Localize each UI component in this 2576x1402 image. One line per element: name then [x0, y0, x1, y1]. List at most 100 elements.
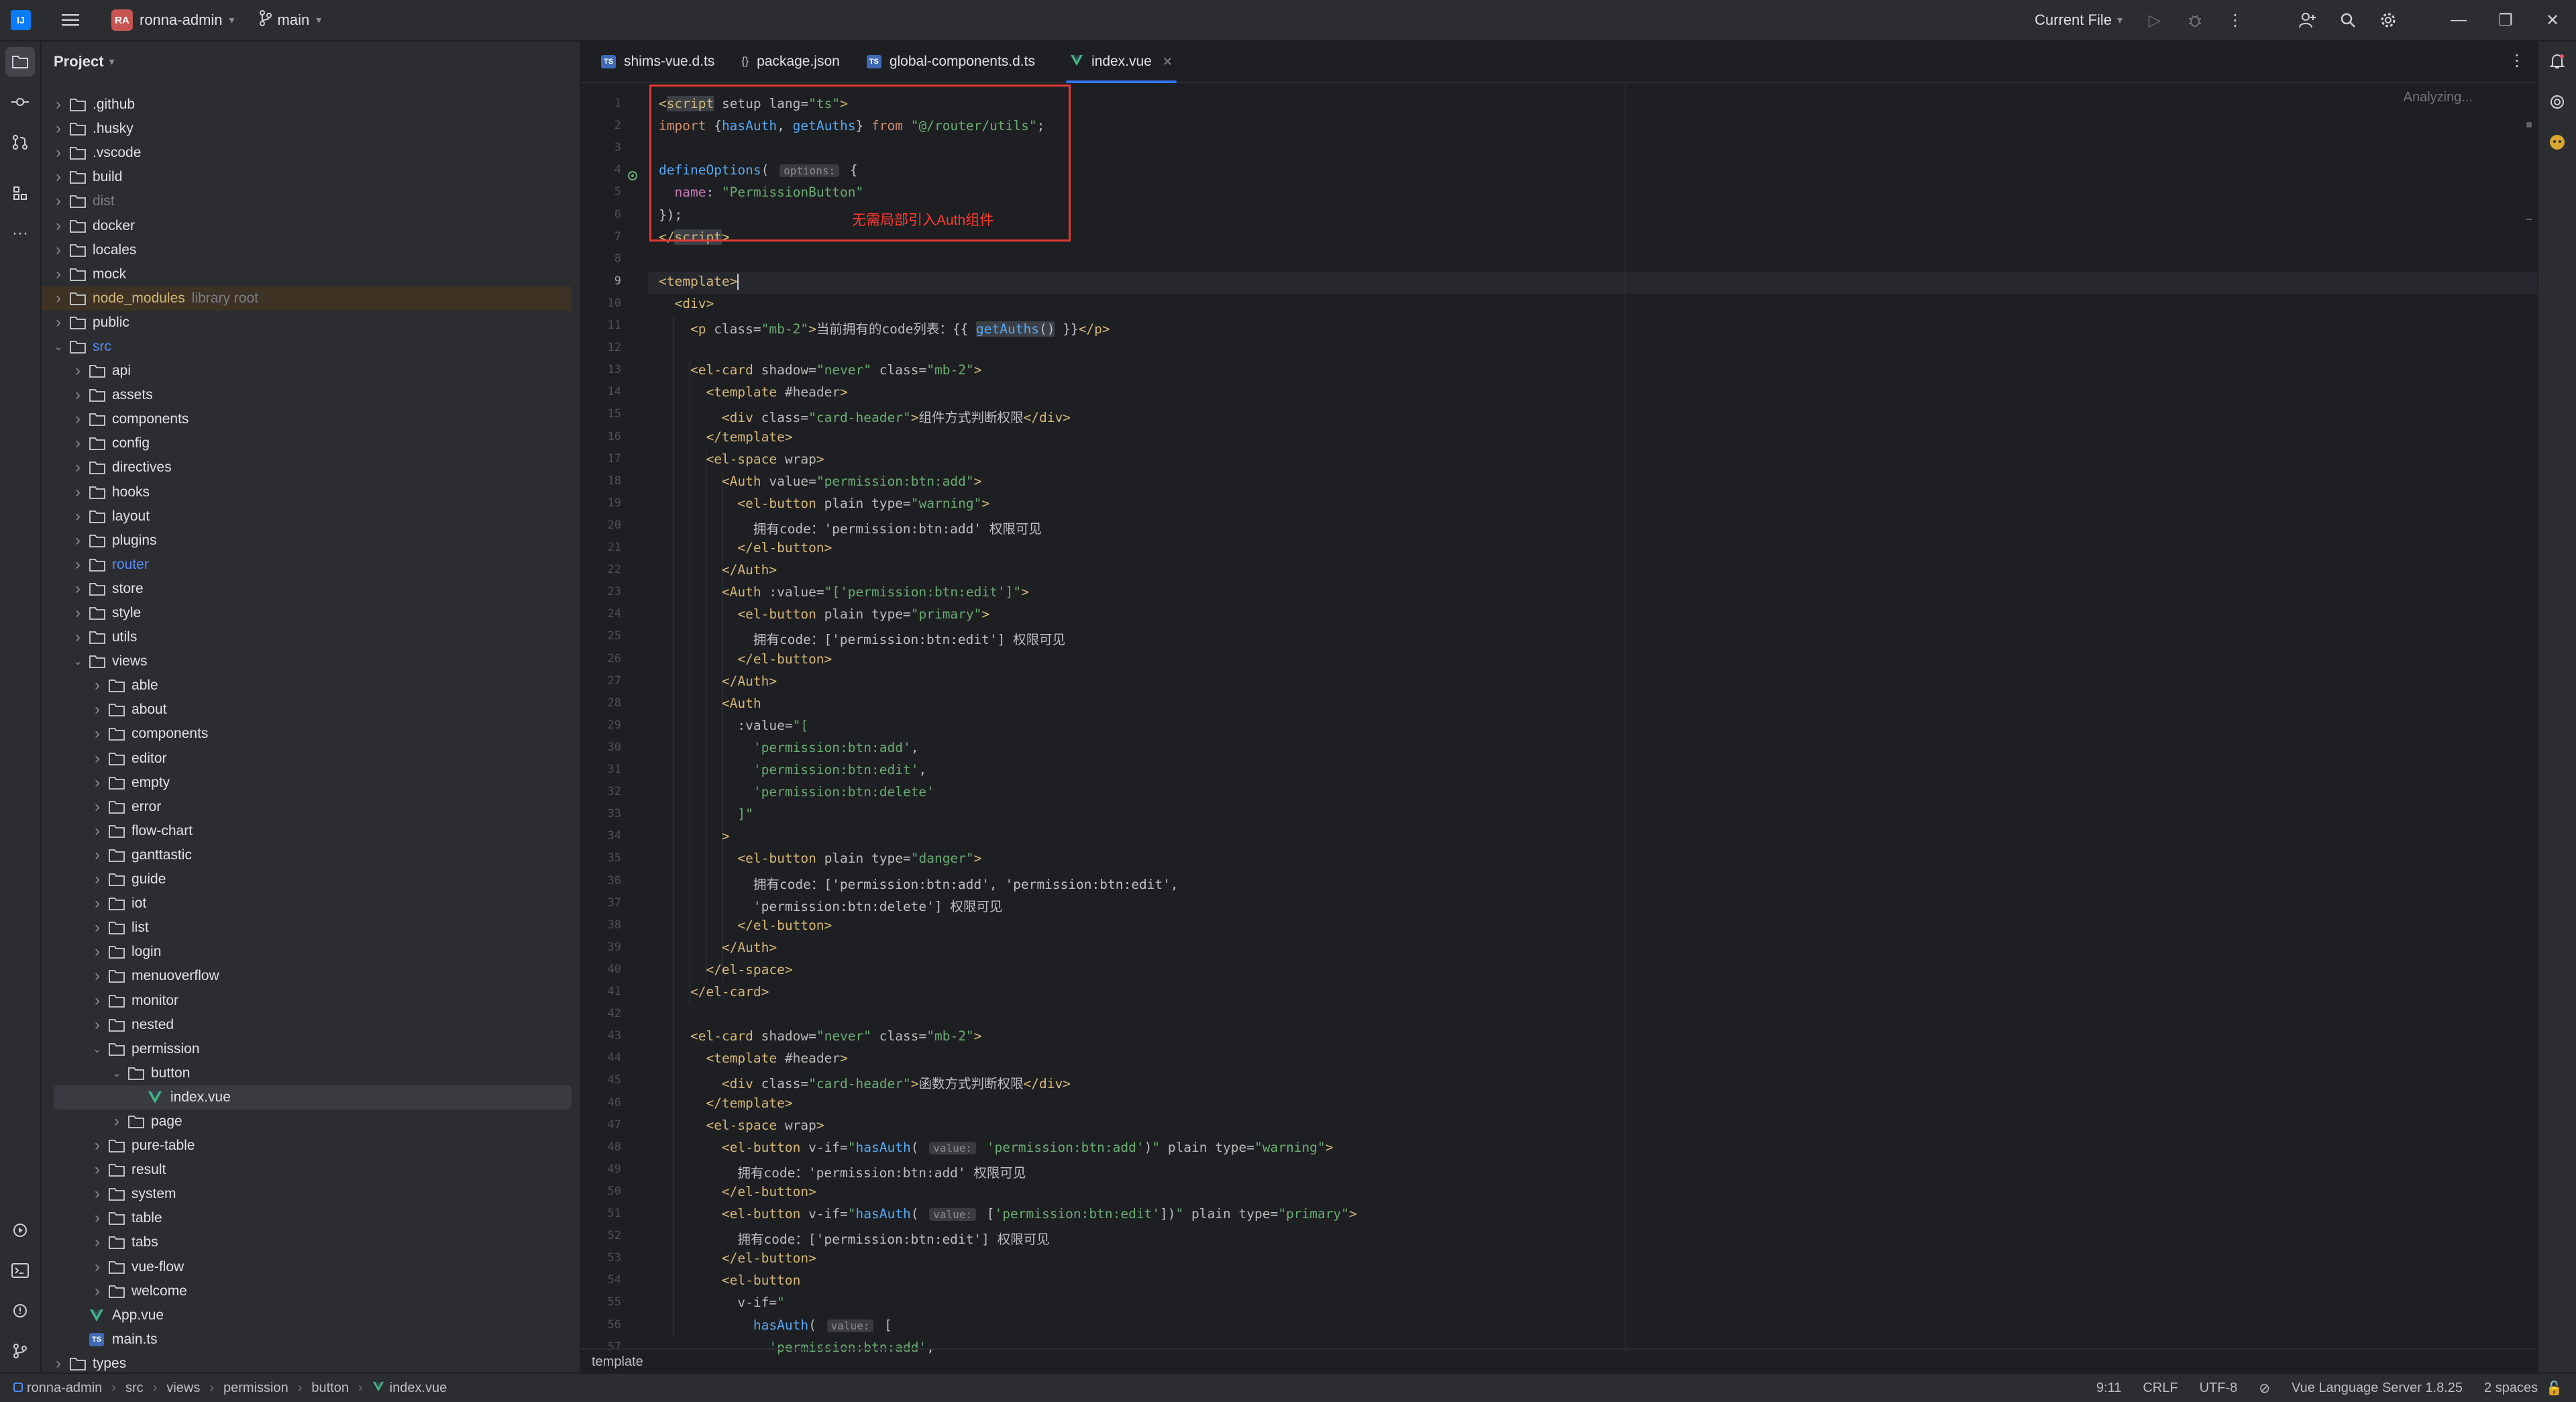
tree-item-assets[interactable]: › assets [42, 383, 572, 407]
chevron-right-icon[interactable]: › [51, 265, 66, 284]
status-crumb[interactable]: index.vue [390, 1381, 447, 1396]
tab-package-json[interactable]: {} package.json [728, 42, 853, 82]
tree-item-components[interactable]: › components [42, 722, 572, 746]
tree-item-config[interactable]: › config [42, 431, 572, 455]
close-window-icon[interactable]: ✕ [2529, 0, 2576, 40]
indent-setting[interactable]: 2 spaces [2484, 1381, 2538, 1396]
tree-item-docker[interactable]: › docker [42, 213, 572, 237]
app-logo-icon[interactable]: IJ [11, 10, 31, 30]
code-line[interactable]: <template> [659, 274, 739, 290]
terminal-icon[interactable] [5, 1256, 35, 1285]
tree-item-style[interactable]: › style [42, 601, 572, 625]
tree-item-App-vue[interactable]: App.vue [42, 1303, 572, 1328]
chevron-right-icon[interactable]: › [90, 894, 105, 913]
code-line[interactable]: </Auth> [659, 940, 777, 955]
editor-scrollbar[interactable] [2526, 122, 2532, 1375]
chevron-right-icon[interactable]: › [70, 507, 85, 526]
tree-item-mock[interactable]: › mock [42, 262, 572, 286]
tree-item-tabs[interactable]: › tabs [42, 1230, 572, 1254]
tree-item-pure-table[interactable]: › pure-table [42, 1134, 572, 1158]
code-line[interactable]: 'permission:btn:delete'] 权限可见 [659, 896, 1003, 915]
more-actions-icon[interactable]: ⋮ [2220, 5, 2250, 35]
code-line[interactable]: </template> [659, 1095, 792, 1111]
chevron-right-icon[interactable]: › [90, 1016, 105, 1034]
chevron-right-icon[interactable]: › [70, 434, 85, 453]
code-line[interactable]: </el-button> [659, 1184, 816, 1199]
chevron-right-icon[interactable]: › [70, 580, 85, 598]
chevron-down-icon[interactable]: ⌄ [51, 340, 66, 354]
code-line[interactable]: </el-button> [659, 540, 832, 555]
chevron-right-icon[interactable]: › [51, 217, 66, 235]
chevron-right-icon[interactable]: › [90, 1233, 105, 1252]
status-crumb[interactable]: views [166, 1381, 200, 1396]
code-line[interactable]: <el-button plain type="primary"> [659, 606, 989, 622]
tree-item-src[interactable]: ⌄ src [42, 335, 572, 359]
problems-icon[interactable] [5, 1296, 35, 1326]
tree-item-flow-chart[interactable]: › flow-chart [42, 819, 572, 843]
tree-item-system[interactable]: › system [42, 1182, 572, 1206]
chevron-right-icon[interactable]: › [70, 531, 85, 550]
chevron-right-icon[interactable]: › [70, 628, 85, 647]
gutter-component-icon[interactable] [627, 170, 639, 182]
chevron-right-icon[interactable]: › [90, 700, 105, 719]
chevron-right-icon[interactable]: › [51, 192, 66, 211]
tree-item-index-vue[interactable]: index.vue [54, 1085, 572, 1110]
run-icon[interactable]: ▷ [2140, 5, 2169, 35]
chevron-right-icon[interactable]: › [70, 362, 85, 380]
tree-item-button[interactable]: ⌄ button [42, 1061, 572, 1085]
chevron-right-icon[interactable]: › [51, 95, 66, 114]
line-separator[interactable]: CRLF [2143, 1381, 2178, 1396]
add-user-icon[interactable] [2293, 5, 2322, 35]
tree-item-api[interactable]: › api [42, 359, 572, 383]
chevron-right-icon[interactable]: › [90, 798, 105, 816]
chevron-right-icon[interactable]: › [90, 991, 105, 1010]
code-line[interactable]: </el-space> [659, 962, 792, 977]
language-server[interactable]: Vue Language Server 1.8.25 [2292, 1381, 2463, 1396]
tree-item-locales[interactable]: › locales [42, 238, 572, 262]
chevron-right-icon[interactable]: › [90, 1161, 105, 1179]
project-tool-icon[interactable] [5, 47, 35, 76]
status-crumb[interactable]: ronna-admin [27, 1381, 102, 1396]
code-line[interactable]: <div class="card-header">组件方式判断权限</div> [659, 407, 1071, 426]
chevron-right-icon[interactable]: › [90, 724, 105, 743]
code-line[interactable]: 'permission:btn:delete' [659, 784, 934, 800]
tab-index-vue[interactable]: index.vue ✕ [1057, 42, 1186, 83]
tab-options-icon[interactable]: ⋮ [2509, 51, 2525, 70]
file-encoding[interactable]: UTF-8 [2200, 1381, 2238, 1396]
tree-item-guide[interactable]: › guide [42, 867, 572, 892]
tree-item-main-ts[interactable]: TS main.ts [42, 1328, 572, 1352]
tree-item-github[interactable]: › .github [42, 93, 572, 117]
code-line[interactable]: </el-card> [659, 984, 769, 1000]
code-line[interactable]: 拥有code：['permission:btn:edit'] 权限可见 [659, 1228, 1049, 1248]
status-crumb[interactable]: src [125, 1381, 144, 1396]
search-icon[interactable] [2333, 5, 2363, 35]
status-crumb[interactable]: button [311, 1381, 349, 1396]
code-line[interactable]: </el-button> [659, 651, 832, 667]
tree-item-permission[interactable]: ⌄ permission [42, 1037, 572, 1061]
chevron-right-icon[interactable]: › [90, 773, 105, 792]
tree-item-vue-flow[interactable]: › vue-flow [42, 1255, 572, 1279]
chevron-right-icon[interactable]: › [90, 749, 105, 768]
notifications-icon[interactable] [2542, 47, 2572, 76]
tree-item-types[interactable]: › types [42, 1352, 572, 1372]
code-line[interactable]: hasAuth( value: [ [659, 1317, 892, 1333]
run-config-selector[interactable]: Current File ▾ [2035, 11, 2123, 29]
ai-assistant-icon[interactable] [2542, 87, 2572, 117]
code-line[interactable]: 拥有code：['permission:btn:add', 'permissio… [659, 873, 1179, 893]
tree-item-error[interactable]: › error [42, 795, 572, 819]
tree-item-page[interactable]: › page [42, 1110, 572, 1134]
project-selector[interactable]: RA ronna-admin ▾ [82, 9, 235, 31]
code-line[interactable]: </el-button> [659, 918, 832, 933]
tree-item-ganttastic[interactable]: › ganttastic [42, 843, 572, 867]
chevron-right-icon[interactable]: › [51, 241, 66, 260]
tree-item-hooks[interactable]: › hooks [42, 480, 572, 504]
code-line[interactable]: :value="[ [659, 718, 808, 733]
tree-item-login[interactable]: › login [42, 940, 572, 964]
chevron-right-icon[interactable]: › [51, 119, 66, 138]
code-line[interactable]: <Auth :value="['permission:btn:edit']"> [659, 584, 1029, 600]
code-line[interactable]: </Auth> [659, 673, 777, 689]
status-crumb[interactable]: permission [223, 1381, 288, 1396]
chevron-right-icon[interactable]: › [90, 870, 105, 889]
code-line[interactable]: 'permission:btn:add', [659, 740, 919, 755]
chevron-right-icon[interactable]: › [90, 1282, 105, 1301]
